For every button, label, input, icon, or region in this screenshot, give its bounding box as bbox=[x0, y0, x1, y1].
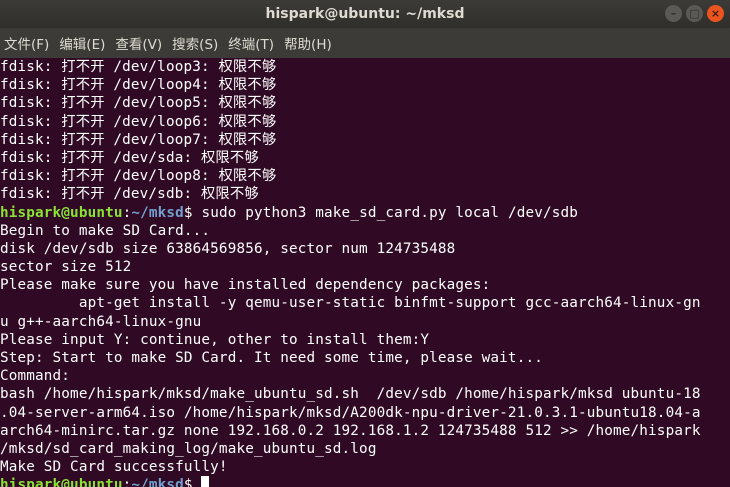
prompt-symbol: $ bbox=[183, 204, 202, 221]
terminal-line: fdisk: 打不开 /dev/loop8: 权限不够 bbox=[0, 168, 277, 185]
terminal-line: fdisk: 打不开 /dev/loop4: 权限不够 bbox=[0, 77, 277, 94]
output-line: disk /dev/sdb size 63864569856, sector n… bbox=[0, 240, 456, 257]
prompt-user: hispark@ubuntu bbox=[0, 477, 123, 487]
prompt-user: hispark@ubuntu bbox=[0, 204, 123, 221]
window-controls: – □ × bbox=[665, 5, 724, 22]
title-bar[interactable]: hispark@ubuntu: ~/mksd – □ × bbox=[0, 0, 730, 28]
output-line: bash /home/hispark/mksd/make_ubuntu_sd.s… bbox=[0, 386, 701, 403]
menu-help[interactable]: 帮助(H) bbox=[280, 33, 338, 53]
output-line: Command: bbox=[0, 368, 71, 385]
maximize-button[interactable]: □ bbox=[686, 5, 703, 22]
output-line: sector size 512 bbox=[0, 259, 132, 276]
output-line: Please make sure you have installed depe… bbox=[0, 277, 491, 294]
output-line: Begin to make SD Card... bbox=[0, 222, 211, 239]
terminal-line: fdisk: 打不开 /dev/loop6: 权限不够 bbox=[0, 113, 277, 130]
output-line: Make SD Card successfully! bbox=[0, 459, 228, 476]
menu-edit[interactable]: 编辑(E) bbox=[55, 33, 111, 53]
terminal-line: fdisk: 打不开 /dev/sdb: 权限不够 bbox=[0, 186, 259, 203]
output-line: arch64-minirc.tar.gz none 192.168.0.2 19… bbox=[0, 422, 701, 439]
terminal-line: fdisk: 打不开 /dev/loop7: 权限不够 bbox=[0, 131, 277, 148]
terminal-line: fdisk: 打不开 /dev/loop5: 权限不够 bbox=[0, 95, 277, 112]
minimize-button[interactable]: – bbox=[665, 5, 682, 22]
menu-search[interactable]: 搜索(S) bbox=[168, 33, 224, 53]
output-line: u g++-aarch64-linux-gnu bbox=[0, 313, 202, 330]
final-prompt-line[interactable]: hispark@ubuntu:~/mksd$ bbox=[0, 476, 730, 487]
output-line: Step: Start to make SD Card. It need som… bbox=[0, 350, 543, 366]
output-line: /mksd/sd_card_making_log/make_ubuntu_sd.… bbox=[0, 440, 377, 457]
prompt-path: ~/mksd bbox=[131, 204, 184, 221]
prompt-symbol: $ bbox=[183, 477, 202, 487]
prompt-command: sudo python3 make_sd_card.py local /dev/… bbox=[201, 204, 579, 221]
menu-bar: 文件(F) 编辑(E) 查看(V) 搜索(S) 终端(T) 帮助(H) bbox=[0, 28, 730, 58]
window-title: hispark@ubuntu: ~/mksd bbox=[265, 6, 465, 22]
output-line: apt-get install -y qemu-user-static binf… bbox=[0, 295, 701, 312]
terminal-output[interactable]: fdisk: 打不开 /dev/loop3: 权限不够 fdisk: 打不开 /… bbox=[0, 58, 730, 487]
terminal-line: fdisk: 打不开 /dev/sda: 权限不够 bbox=[0, 149, 259, 166]
output-line: .04-server-arm64.iso /home/hispark/mksd/… bbox=[0, 404, 701, 421]
prompt-path: ~/mksd bbox=[131, 477, 184, 487]
menu-view[interactable]: 查看(V) bbox=[111, 33, 168, 53]
output-line: Please input Y: continue, other to insta… bbox=[0, 331, 430, 348]
text-cursor bbox=[201, 476, 210, 487]
menu-terminal[interactable]: 终端(T) bbox=[224, 33, 280, 53]
menu-file[interactable]: 文件(F) bbox=[0, 33, 55, 53]
command-prompt-line: hispark@ubuntu:~/mksd$ sudo python3 make… bbox=[0, 204, 730, 222]
terminal-line: fdisk: 打不开 /dev/loop3: 权限不够 bbox=[0, 59, 277, 75]
close-button[interactable]: × bbox=[707, 5, 724, 22]
